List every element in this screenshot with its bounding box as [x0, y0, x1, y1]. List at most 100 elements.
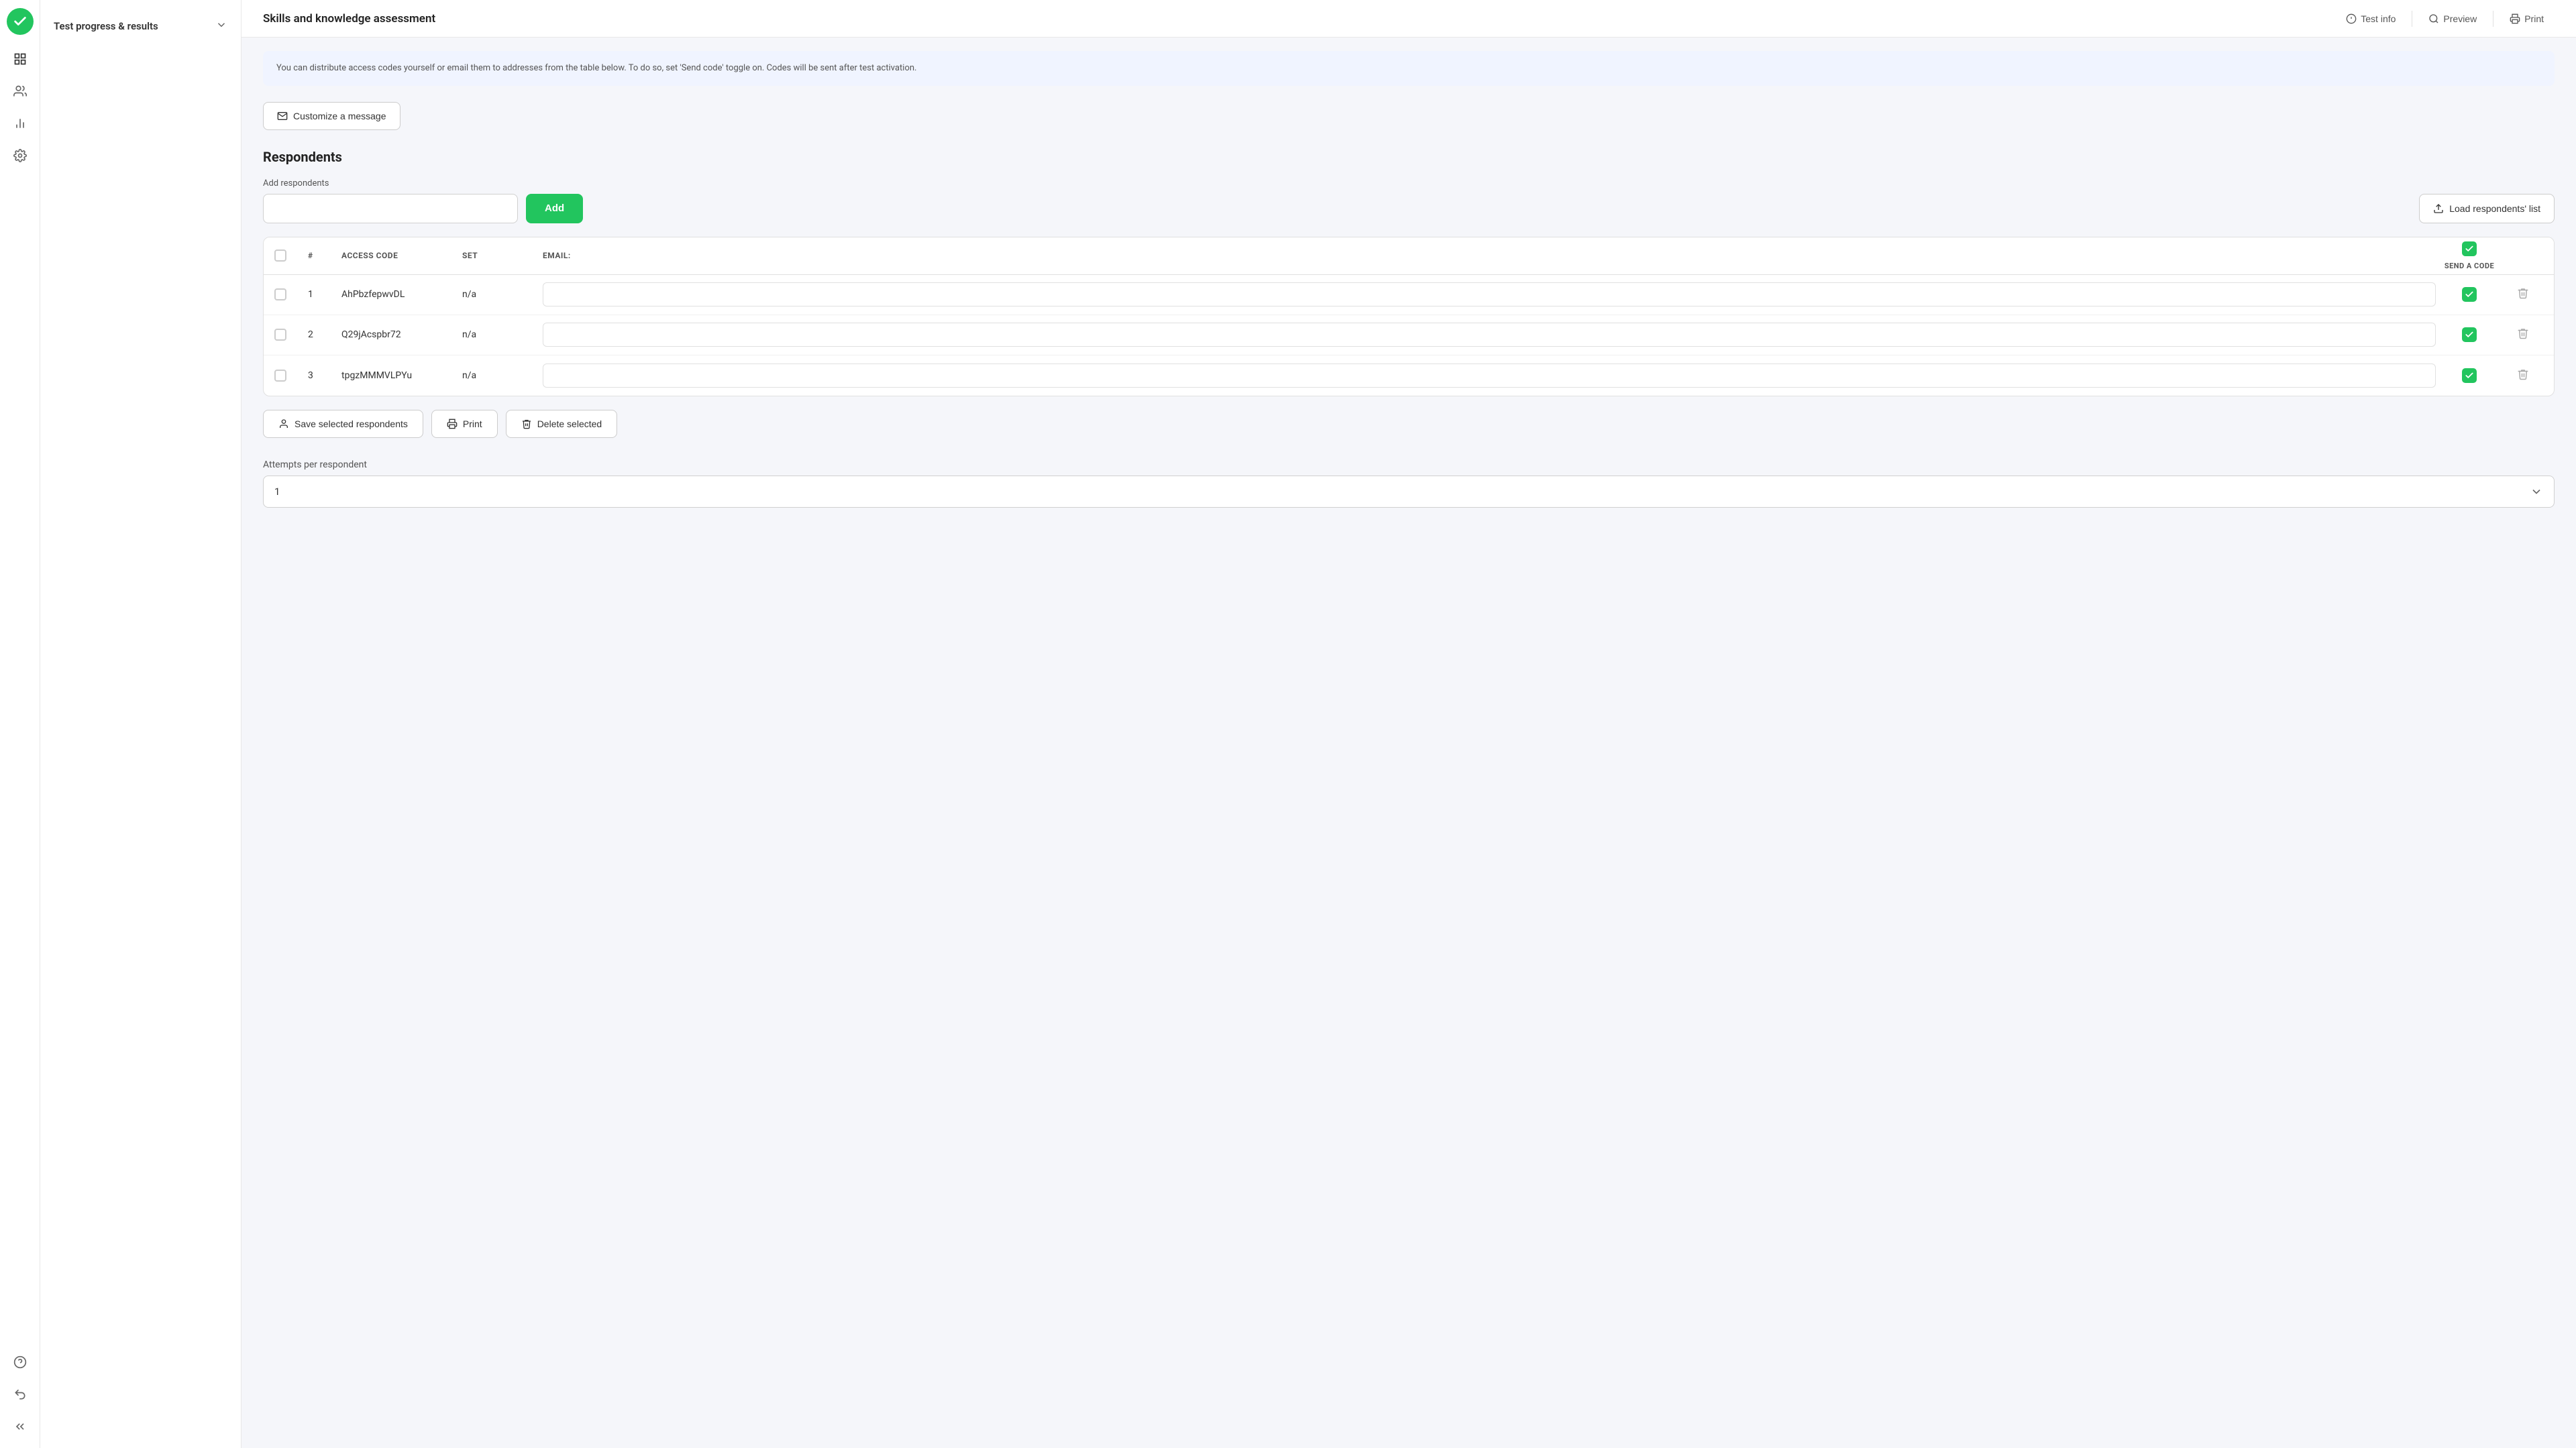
load-btn-label: Load respondents' list	[2449, 203, 2540, 214]
row3-set: n/a	[462, 370, 543, 381]
send-code-all-checkbox[interactable]	[2462, 241, 2477, 256]
row2-set: n/a	[462, 329, 543, 340]
print-icon	[2510, 13, 2520, 24]
page-header: Skills and knowledge assessment Test inf…	[241, 0, 2576, 38]
select-all-checkbox[interactable]	[274, 249, 286, 262]
nav-item-back[interactable]	[7, 1381, 34, 1408]
attempts-value: 1	[274, 486, 280, 498]
icon-navigation	[0, 0, 40, 1448]
attempts-select[interactable]: 1	[263, 476, 2555, 508]
row2-send-code-checkbox[interactable]	[2462, 327, 2477, 342]
load-respondents-button[interactable]: Load respondents' list	[2419, 194, 2555, 223]
row3-email	[543, 364, 2436, 388]
row1-delete	[2503, 287, 2543, 302]
col-email: EMAIL:	[543, 251, 2436, 260]
nav-item-users[interactable]	[7, 78, 34, 105]
page-title: Skills and knowledge assessment	[263, 12, 435, 25]
row2-email-input[interactable]	[543, 323, 2436, 347]
save-icon	[278, 419, 289, 429]
delete-selected-button[interactable]: Delete selected	[506, 410, 618, 438]
row3-access-code: tpgzMMMVLPYu	[341, 370, 462, 381]
nav-item-settings[interactable]	[7, 142, 34, 169]
row1-access-code: AhPbzfepwvDL	[341, 289, 462, 300]
info-banner: You can distribute access codes yourself…	[263, 51, 2555, 86]
main-content: Skills and knowledge assessment Test inf…	[241, 0, 2576, 1448]
table-row: 1 AhPbzfepwvDL n/a	[264, 275, 2554, 315]
row1-send-code	[2436, 287, 2503, 302]
icon-nav-bottom	[7, 1349, 34, 1440]
nav-item-help[interactable]	[7, 1349, 34, 1376]
col-checkbox	[274, 249, 308, 262]
col-access-code: ACCESS CODE	[341, 251, 462, 260]
table-header: # ACCESS CODE SET EMAIL: SEND A CODE	[264, 237, 2554, 275]
row1-email-input[interactable]	[543, 282, 2436, 307]
customize-message-button[interactable]: Customize a message	[263, 102, 400, 130]
nav-item-collapse[interactable]	[7, 1413, 34, 1440]
table-row: 2 Q29jAcspbr72 n/a	[264, 315, 2554, 355]
print-selected-button[interactable]: Print	[431, 410, 498, 438]
row2-num: 2	[308, 329, 341, 340]
row2-send-code	[2436, 327, 2503, 342]
row3-delete-button[interactable]	[2517, 368, 2529, 383]
row2-checkbox	[274, 329, 308, 341]
row3-checkbox	[274, 370, 308, 382]
send-code-label: SEND A CODE	[2445, 262, 2494, 270]
preview-button[interactable]: Preview	[2418, 8, 2487, 30]
table-row: 3 tpgzMMMVLPYu n/a	[264, 355, 2554, 396]
sidebar-section-label: Test progress & results	[54, 20, 158, 32]
row1-num: 1	[308, 289, 341, 300]
save-selected-label: Save selected respondents	[294, 419, 408, 429]
delete-icon-btn	[521, 419, 532, 429]
add-respondents-row: Add Load respondents' list	[263, 194, 2555, 223]
customize-btn-label: Customize a message	[293, 111, 386, 121]
page-content: You can distribute access codes yourself…	[241, 38, 2576, 1448]
test-info-button[interactable]: Test info	[2335, 8, 2406, 30]
row3-select-checkbox[interactable]	[274, 370, 286, 382]
info-banner-text: You can distribute access codes yourself…	[276, 63, 916, 73]
info-icon	[2346, 13, 2357, 24]
preview-label: Preview	[2443, 13, 2477, 24]
preview-icon	[2428, 13, 2439, 24]
row1-select-checkbox[interactable]	[274, 288, 286, 300]
row1-email	[543, 282, 2436, 307]
row2-delete	[2503, 327, 2543, 342]
delete-selected-label: Delete selected	[537, 419, 602, 429]
save-selected-button[interactable]: Save selected respondents	[263, 410, 423, 438]
app-logo[interactable]	[7, 8, 34, 35]
row2-select-checkbox[interactable]	[274, 329, 286, 341]
print-icon-btn	[447, 419, 458, 429]
add-respondents-input[interactable]	[263, 194, 518, 223]
row3-send-code-checkbox[interactable]	[2462, 368, 2477, 383]
col-num: #	[308, 251, 341, 260]
chevron-down-icon	[215, 19, 227, 34]
row2-delete-button[interactable]	[2517, 327, 2529, 342]
row1-send-code-checkbox[interactable]	[2462, 287, 2477, 302]
respondents-table: # ACCESS CODE SET EMAIL: SEND A CODE	[263, 237, 2555, 396]
print-button[interactable]: Print	[2499, 8, 2555, 30]
chevron-down-icon	[2530, 485, 2543, 498]
row1-checkbox	[274, 288, 308, 300]
add-respondents-label: Add respondents	[263, 178, 2555, 188]
respondents-title: Respondents	[263, 149, 2555, 165]
row1-delete-button[interactable]	[2517, 287, 2529, 302]
row2-access-code: Q29jAcspbr72	[341, 329, 462, 340]
row3-delete	[2503, 368, 2543, 383]
print-btn-label: Print	[463, 419, 482, 429]
col-send-code: SEND A CODE	[2436, 241, 2503, 270]
nav-item-grid[interactable]	[7, 46, 34, 72]
row2-email	[543, 323, 2436, 347]
row3-email-input[interactable]	[543, 364, 2436, 388]
add-button[interactable]: Add	[526, 194, 583, 223]
load-icon	[2433, 203, 2444, 214]
sidebar: Test progress & results	[40, 0, 241, 1448]
row3-send-code	[2436, 368, 2503, 383]
row3-num: 3	[308, 370, 341, 381]
col-set: SET	[462, 251, 543, 260]
header-actions: Test info Preview Print	[2335, 8, 2555, 30]
attempts-label: Attempts per respondent	[263, 459, 2555, 470]
action-buttons: Save selected respondents Print Delete s…	[263, 410, 2555, 438]
print-label: Print	[2524, 13, 2544, 24]
nav-item-chart[interactable]	[7, 110, 34, 137]
sidebar-section-test-progress[interactable]: Test progress & results	[40, 11, 241, 42]
test-info-label: Test info	[2361, 13, 2396, 24]
